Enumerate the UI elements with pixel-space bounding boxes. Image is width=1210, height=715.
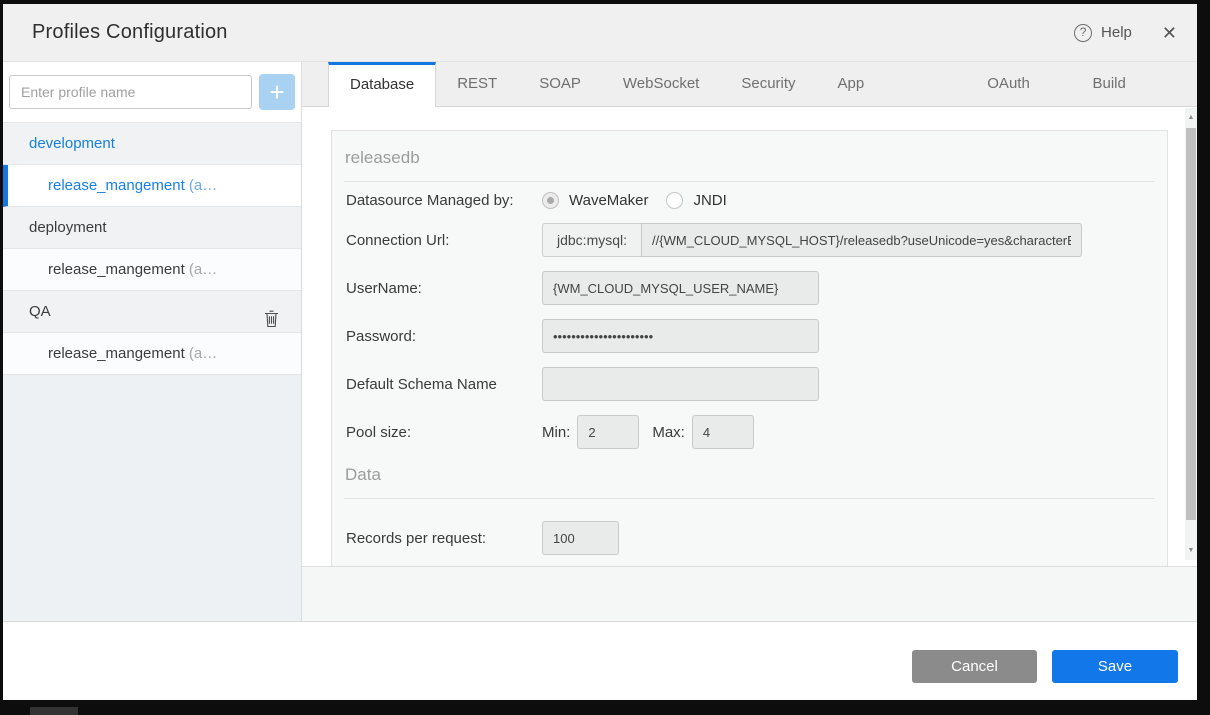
username-row: UserName:: [346, 271, 1155, 305]
sidebar-item-label: development: [29, 135, 115, 152]
managed-by-row: Datasource Managed by: WaveMaker JNDI: [346, 192, 1155, 209]
sidebar-item-suffix: (a…: [189, 345, 217, 362]
records-per-request-label: Records per request:: [346, 530, 542, 547]
password-row: Password:: [346, 319, 1155, 353]
database-tab-content: releasedb Datasource Managed by: WaveMak…: [302, 107, 1197, 566]
pool-min-label: Min:: [542, 424, 570, 441]
jdbc-prefix: jdbc:mysql:: [542, 223, 641, 257]
profiles-sidebar: + development release_mangement (a… depl…: [3, 62, 302, 621]
sidebar-item-label: deployment: [29, 219, 107, 236]
dialog-body: + development release_mangement (a… depl…: [3, 62, 1197, 621]
scroll-up-icon[interactable]: ▲: [1185, 114, 1197, 121]
tab-websocket[interactable]: WebSocket: [602, 62, 720, 106]
radio-jndi-label: JNDI: [693, 192, 726, 209]
records-per-request-input[interactable]: [542, 521, 619, 555]
sidebar-item-label: release_mangement: [48, 177, 189, 194]
sidebar-item-release-mangement-dev[interactable]: release_mangement (a…: [3, 165, 301, 207]
tab-build-options[interactable]: Build Options: [1071, 62, 1197, 106]
connection-url-input[interactable]: [641, 223, 1082, 257]
dialog-footer: Cancel Save: [3, 621, 1197, 700]
delete-profile-icon[interactable]: [264, 303, 279, 333]
pool-max-label: Max:: [652, 424, 685, 441]
dialog-title: Profiles Configuration: [32, 21, 228, 44]
vertical-scrollbar[interactable]: ▲ ▼: [1185, 108, 1197, 560]
config-tabs: Database REST SOAP WebSocket Security Ap…: [302, 62, 1197, 107]
tab-database[interactable]: Database: [328, 62, 436, 107]
tab-soap[interactable]: SOAP: [518, 62, 602, 106]
default-schema-row: Default Schema Name: [346, 367, 1155, 401]
tab-oauth[interactable]: OAuth 2.0: [966, 62, 1071, 106]
database-form: releasedb Datasource Managed by: WaveMak…: [331, 130, 1168, 566]
password-label: Password:: [346, 328, 542, 345]
tab-rest[interactable]: REST: [436, 62, 518, 106]
db-section-title: releasedb: [332, 131, 1167, 181]
data-rows: Records per request:: [332, 499, 1167, 555]
data-section-title: Data: [332, 463, 1167, 498]
sidebar-item-label: release_mangement: [48, 261, 189, 278]
help-label: Help: [1101, 24, 1132, 41]
sidebar-empty-area: [3, 375, 301, 621]
main-panel: Database REST SOAP WebSocket Security Ap…: [302, 62, 1197, 621]
sidebar-item-label: release_mangement: [48, 345, 189, 362]
radio-wavemaker-label: WaveMaker: [569, 192, 648, 209]
profile-name-input[interactable]: [9, 75, 252, 109]
radio-jndi[interactable]: [666, 192, 683, 209]
add-profile-button[interactable]: +: [259, 74, 295, 110]
sidebar-item-development[interactable]: development: [3, 123, 301, 165]
tab-app-environment[interactable]: App Environment: [817, 62, 967, 106]
username-label: UserName:: [346, 280, 542, 297]
scrollbar-thumb[interactable]: [1186, 128, 1196, 520]
save-button[interactable]: Save: [1052, 650, 1178, 683]
sidebar-item-qa[interactable]: QA: [3, 291, 301, 333]
sidebar-item-label: QA: [29, 303, 51, 320]
sidebar-item-release-mangement-deploy[interactable]: release_mangement (a…: [3, 249, 301, 291]
dialog-header: Profiles Configuration ? Help ✕: [3, 4, 1197, 62]
connection-url-row: Connection Url: jdbc:mysql:: [346, 223, 1155, 257]
close-icon[interactable]: ✕: [1162, 24, 1177, 42]
default-schema-input[interactable]: [542, 367, 819, 401]
managed-by-options: WaveMaker JNDI: [542, 192, 745, 209]
profiles-configuration-dialog: Profiles Configuration ? Help ✕ + develo…: [3, 4, 1197, 700]
header-actions: ? Help ✕: [1074, 24, 1177, 42]
help-button[interactable]: ? Help: [1074, 24, 1132, 42]
password-input[interactable]: [542, 319, 819, 353]
pool-size-label: Pool size:: [346, 424, 542, 441]
records-per-request-row: Records per request:: [346, 521, 1155, 555]
username-input[interactable]: [542, 271, 819, 305]
cancel-button[interactable]: Cancel: [912, 650, 1037, 683]
help-icon: ?: [1074, 24, 1092, 42]
radio-wavemaker[interactable]: [542, 192, 559, 209]
pool-size-row: Pool size: Min: Max:: [346, 415, 1155, 449]
scroll-down-icon[interactable]: ▼: [1185, 547, 1197, 554]
tab-pane-lower-area: [302, 566, 1197, 621]
tab-security[interactable]: Security: [720, 62, 816, 106]
default-schema-label: Default Schema Name: [346, 376, 542, 393]
sidebar-item-suffix: (a…: [189, 261, 217, 278]
sidebar-item-deployment[interactable]: deployment: [3, 207, 301, 249]
form-rows: Datasource Managed by: WaveMaker JNDI Co…: [332, 182, 1167, 449]
profile-create-row: +: [3, 62, 301, 123]
taskbar-fragment: [30, 707, 78, 715]
pool-max-input[interactable]: [692, 415, 754, 449]
pool-min-input[interactable]: [577, 415, 639, 449]
managed-by-label: Datasource Managed by:: [346, 192, 542, 209]
sidebar-item-release-mangement-qa[interactable]: release_mangement (a…: [3, 333, 301, 375]
connection-url-label: Connection Url:: [346, 232, 542, 249]
sidebar-item-suffix: (a…: [189, 177, 217, 194]
